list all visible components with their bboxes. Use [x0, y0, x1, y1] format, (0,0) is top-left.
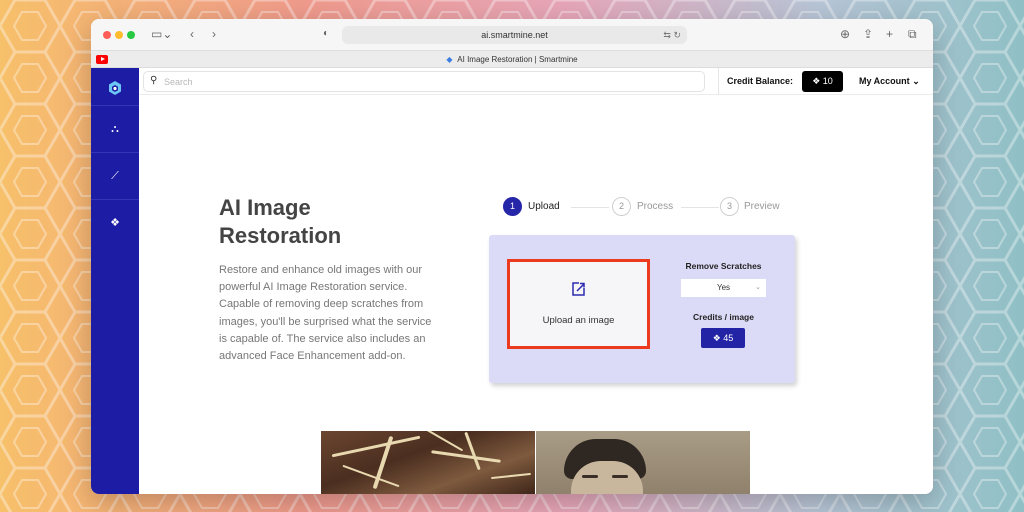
search-box[interactable]: ⚲	[143, 71, 705, 92]
step-indicator: 1 Upload 2 Process 3 Preview	[503, 197, 803, 217]
tab-overview-icon[interactable]: ⧉	[908, 27, 917, 41]
restored-photo-sample	[536, 431, 750, 494]
remove-scratches-value: Yes	[716, 283, 731, 292]
network-icon[interactable]: ⛬	[91, 105, 139, 151]
step-1-label: Upload	[528, 201, 560, 212]
tab-bar: ◆ AI Image Restoration | Smartmine	[91, 50, 933, 68]
search-icon: ⚲	[150, 75, 158, 86]
sidebar-toggle-icon[interactable]: ▭⌄	[151, 27, 172, 41]
topbar-divider	[718, 68, 719, 95]
credit-balance-label: Credit Balance:	[727, 76, 794, 86]
tab-title: AI Image Restoration | Smartmine	[457, 55, 578, 64]
url-text: ai.smartmine.net	[481, 30, 548, 40]
back-arrow-icon[interactable]: ‹	[190, 27, 194, 41]
my-account-menu[interactable]: My Account ⌄	[859, 76, 920, 87]
share-icon[interactable]: ⇪	[863, 27, 873, 41]
step-2-circle[interactable]: 2	[612, 197, 631, 216]
upload-dropzone[interactable]: Upload an image	[507, 259, 650, 349]
main-content: AI Image Restoration Restore and enhance…	[139, 95, 933, 494]
site-favicon-icon: ◆	[446, 55, 453, 64]
remove-scratches-label: Remove Scratches	[685, 261, 762, 271]
step-connector	[571, 207, 609, 208]
step-3-circle[interactable]: 3	[720, 197, 739, 216]
chevron-down-icon: ⌄	[912, 76, 920, 86]
step-3-label: Preview	[744, 201, 780, 212]
damaged-photo-sample	[321, 431, 535, 494]
chevron-down-icon: ⌄	[755, 284, 761, 291]
new-tab-icon[interactable]: +	[886, 27, 893, 41]
credit-balance-value: 10	[822, 76, 833, 86]
sidebar: ⛬ ⟋ ❖	[91, 68, 139, 494]
credits-per-image-label: Credits / image	[693, 312, 754, 322]
maximize-window-button[interactable]	[127, 31, 135, 39]
remove-scratches-select[interactable]: Yes ⌄	[681, 279, 766, 297]
forward-arrow-icon[interactable]: ›	[212, 27, 216, 41]
download-icon[interactable]: ⊕	[840, 27, 850, 41]
translate-reload-icon[interactable]: ⇆ ↻	[663, 26, 681, 44]
upload-label: Upload an image	[542, 315, 615, 326]
minimize-window-button[interactable]	[115, 31, 123, 39]
credits-icon[interactable]: ❖	[91, 199, 139, 245]
search-input[interactable]	[164, 75, 684, 89]
step-1-circle[interactable]: 1	[503, 197, 522, 216]
credits-per-image-value: 45	[723, 333, 734, 343]
logo-icon[interactable]	[106, 80, 124, 98]
browser-window: ▭⌄ ‹ › ◐ ai.smartmine.net ⇆ ↻ ⊕ ⇪ + ⧉ ◆ …	[91, 19, 933, 494]
credit-balance-badge[interactable]: ❖ 10	[802, 71, 843, 92]
privacy-shield-icon[interactable]: ◐	[323, 27, 329, 41]
step-connector	[681, 207, 719, 208]
step-2-label: Process	[637, 201, 674, 212]
my-account-label: My Account	[859, 76, 910, 86]
browser-toolbar: ▭⌄ ‹ › ◐ ai.smartmine.net ⇆ ↻ ⊕ ⇪ + ⧉	[91, 19, 933, 50]
page-title: AI Image Restoration	[219, 195, 342, 248]
chart-icon[interactable]: ⟋	[91, 152, 139, 198]
close-window-button[interactable]	[103, 31, 111, 39]
active-tab[interactable]: ◆ AI Image Restoration | Smartmine	[91, 55, 933, 64]
credits-per-image-badge: ❖ 45	[701, 328, 745, 348]
credits-icon: ❖	[712, 333, 721, 343]
upload-card: Upload an image Remove Scratches Yes ⌄ C…	[489, 235, 795, 383]
address-bar[interactable]: ai.smartmine.net ⇆ ↻	[342, 26, 687, 44]
app-topbar: ⚲ Credit Balance: ❖ 10 My Account ⌄	[139, 68, 933, 95]
page-description: Restore and enhance old images with our …	[219, 264, 432, 363]
upload-edit-icon	[572, 282, 585, 296]
credits-icon: ❖	[812, 76, 821, 86]
